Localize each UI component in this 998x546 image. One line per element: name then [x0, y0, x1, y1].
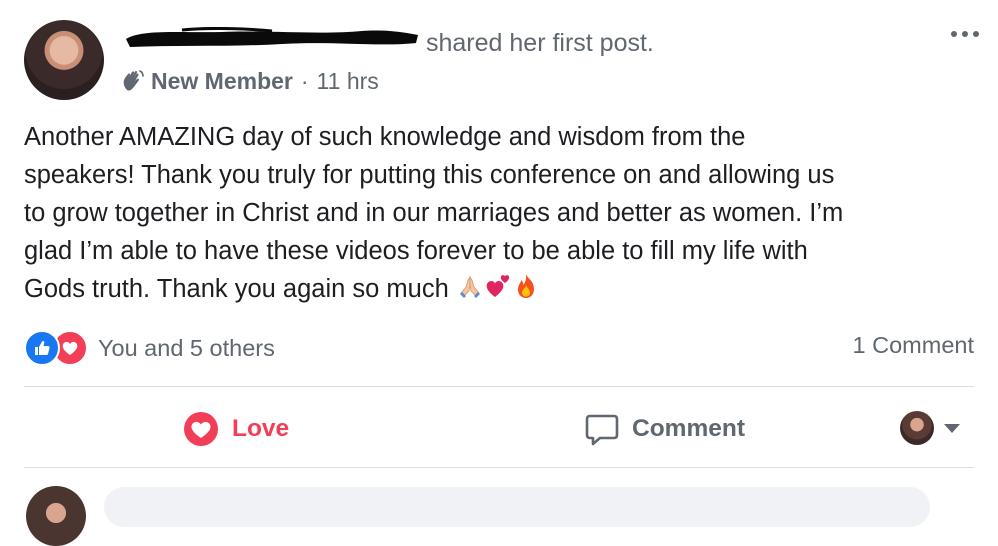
folded-hands-emoji — [459, 275, 480, 298]
two-hearts-emoji — [486, 275, 509, 297]
reaction-summary[interactable]: You and 5 others — [24, 330, 275, 366]
post-body-line: to grow together in Christ and in our ma… — [24, 199, 844, 227]
like-reaction-icon — [24, 330, 60, 366]
post-body-line: glad I’m able to have these videos forev… — [24, 237, 808, 265]
redacted-author-name — [126, 27, 418, 47]
comment-button-label: Comment — [632, 415, 745, 442]
reactions-count-text[interactable]: You and 5 others — [98, 335, 275, 362]
more-options-icon[interactable] — [948, 18, 982, 48]
divider — [24, 467, 974, 468]
love-button-label: Love — [232, 415, 290, 442]
post-body-line: Another AMAZING day of such knowledge an… — [24, 123, 746, 151]
divider — [24, 386, 974, 387]
emoji-group — [455, 271, 539, 301]
write-comment-input[interactable] — [104, 487, 930, 527]
comment-count-link[interactable]: 1 Comment — [853, 332, 974, 359]
shared-first-post-text: shared her first post. — [426, 29, 654, 57]
new-member-badge[interactable]: New Member — [151, 68, 293, 95]
chevron-down-icon — [944, 423, 960, 433]
meta-separator: · — [300, 67, 309, 94]
post-body: Another AMAZING day of such knowledge an… — [24, 118, 974, 308]
group-post-card: shared her first post. New Member · 11 h… — [0, 0, 998, 546]
post-body-line: Gods truth. Thank you again so much — [24, 275, 449, 303]
post-body-line: speakers! Thank you truly for putting th… — [24, 161, 835, 189]
commenter-avatar — [26, 486, 86, 546]
thumbs-up-icon — [35, 340, 50, 355]
author-avatar[interactable] — [24, 20, 104, 100]
post-meta: New Member · 11 hrs — [120, 67, 379, 95]
post-timestamp[interactable]: 11 hrs — [317, 68, 379, 95]
comment-button[interactable]: Comment — [584, 404, 745, 454]
love-reaction-button-icon — [184, 412, 218, 446]
comment-bubble-icon — [585, 414, 619, 446]
fire-emoji — [517, 274, 534, 298]
post-as-selector[interactable] — [900, 408, 960, 448]
love-button[interactable]: Love — [183, 404, 289, 454]
waving-hand-icon — [123, 70, 144, 91]
heart-icon — [62, 341, 78, 355]
post-body-line-last: Gods truth. Thank you again so much — [24, 270, 974, 308]
current-user-avatar — [900, 411, 934, 445]
